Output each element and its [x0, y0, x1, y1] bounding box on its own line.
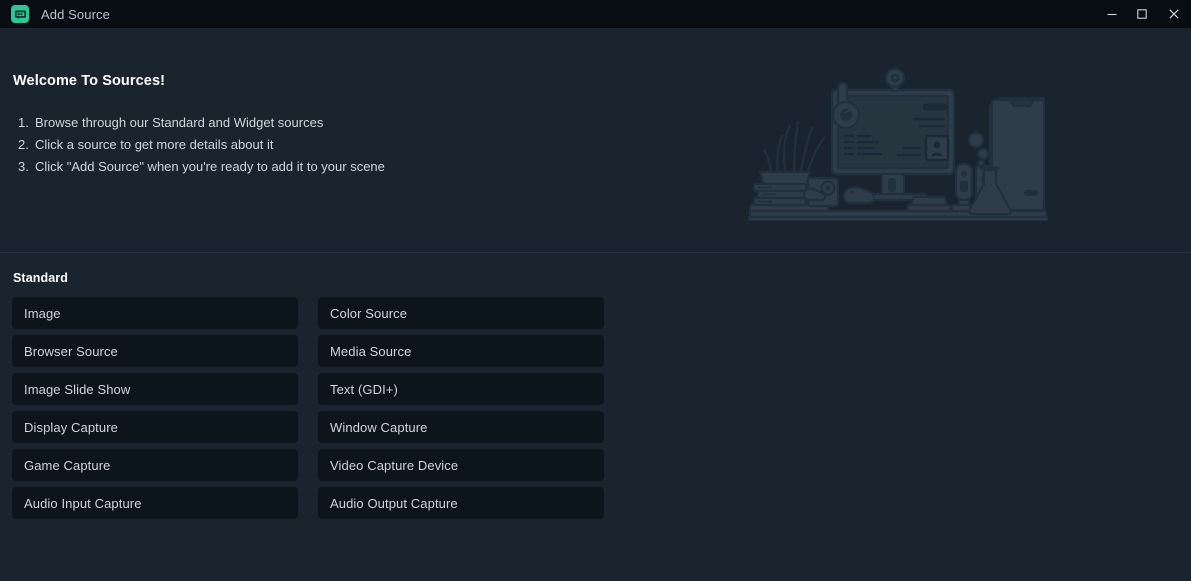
- maximize-button[interactable]: [1127, 0, 1157, 28]
- welcome-panel: Welcome To Sources! 1. Browse through ou…: [0, 28, 1191, 252]
- minimize-button[interactable]: [1097, 0, 1127, 28]
- desk-setup-illustration: [748, 66, 1048, 221]
- source-item-image[interactable]: Image: [12, 297, 298, 329]
- page-title: Welcome To Sources!: [13, 73, 166, 89]
- close-button[interactable]: [1157, 0, 1191, 28]
- window-titlebar: Add Source: [0, 0, 1191, 28]
- list-item: 1. Browse through our Standard and Widge…: [18, 112, 385, 134]
- source-item-browser-source[interactable]: Browser Source: [12, 335, 298, 367]
- close-icon: [1169, 9, 1179, 19]
- source-item-text-gdi[interactable]: Text (GDI+): [318, 373, 604, 405]
- window-controls: [1097, 0, 1191, 28]
- step-text: Click a source to get more details about…: [35, 137, 274, 152]
- source-item-game-capture[interactable]: Game Capture: [12, 449, 298, 481]
- step-text: Browse through our Standard and Widget s…: [35, 115, 324, 130]
- source-item-audio-input-capture[interactable]: Audio Input Capture: [12, 487, 298, 519]
- source-item-media-source[interactable]: Media Source: [318, 335, 604, 367]
- list-item: 2. Click a source to get more details ab…: [18, 134, 385, 156]
- source-grid: Image Color Source Browser Source Media …: [12, 297, 604, 519]
- step-number: 3.: [18, 159, 29, 174]
- window-title: Add Source: [41, 6, 110, 22]
- step-number: 1.: [18, 115, 29, 130]
- instruction-list: 1. Browse through our Standard and Widge…: [18, 112, 385, 178]
- source-item-color-source[interactable]: Color Source: [318, 297, 604, 329]
- source-item-video-capture-device[interactable]: Video Capture Device: [318, 449, 604, 481]
- source-item-audio-output-capture[interactable]: Audio Output Capture: [318, 487, 604, 519]
- app-icon: [11, 5, 29, 23]
- source-item-display-capture[interactable]: Display Capture: [12, 411, 298, 443]
- source-item-image-slide-show[interactable]: Image Slide Show: [12, 373, 298, 405]
- minimize-icon: [1107, 13, 1117, 16]
- source-list-panel: Standard Image Color Source Browser Sour…: [0, 253, 1191, 581]
- step-text: Click "Add Source" when you're ready to …: [35, 159, 385, 174]
- step-number: 2.: [18, 137, 29, 152]
- source-item-window-capture[interactable]: Window Capture: [318, 411, 604, 443]
- maximize-icon: [1137, 9, 1147, 19]
- list-item: 3. Click "Add Source" when you're ready …: [18, 156, 385, 178]
- section-header-standard: Standard: [13, 271, 68, 285]
